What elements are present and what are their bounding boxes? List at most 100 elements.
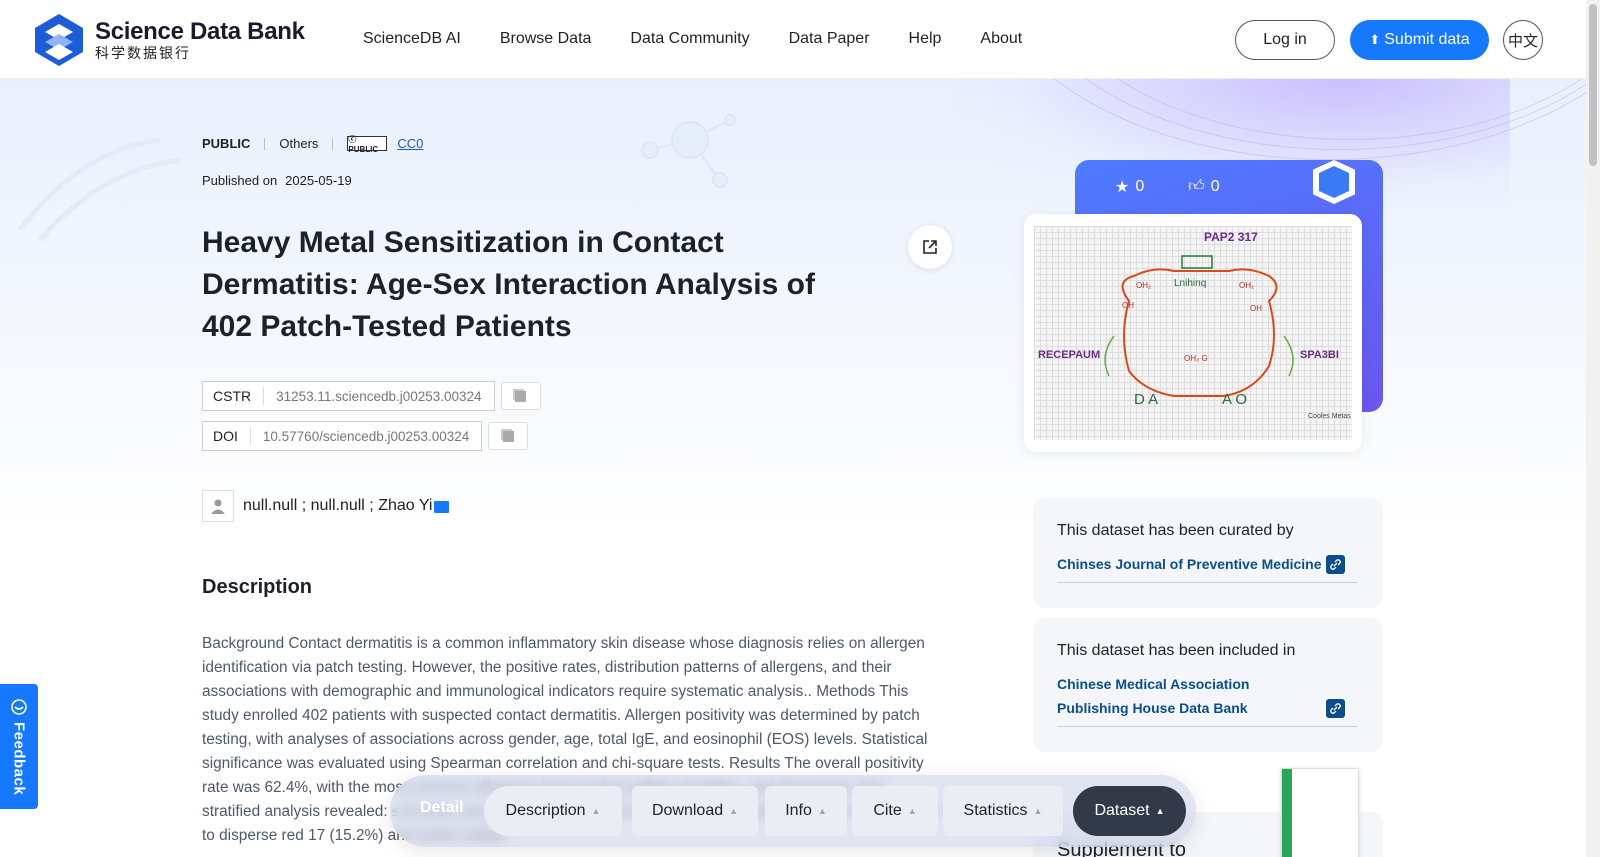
nav-browse-data[interactable]: Browse Data	[500, 30, 592, 48]
copy-icon	[515, 390, 527, 402]
cover-corner-note: Cooles Metas	[1308, 413, 1351, 420]
link-icon[interactable]	[1326, 699, 1345, 718]
cstr-row: CSTR 31253.11.sciencedb.j00253.00324	[202, 381, 541, 411]
submit-data-label: Submit data	[1384, 31, 1470, 48]
included-in-card: This dataset has been included in Chines…	[1033, 618, 1383, 752]
nav-sciencedb-ai[interactable]: ScienceDB AI	[363, 30, 461, 48]
published-date: Published on 2025-05-19	[202, 173, 352, 188]
copy-icon	[502, 430, 514, 442]
dataset-cover-image: PAP2 317 RECEPAUM SPA3BI Lnihinq D A A O…	[1034, 226, 1352, 440]
nav-data-paper[interactable]: Data Paper	[789, 30, 870, 48]
tab-bar-title: Detail	[420, 799, 464, 816]
divider	[332, 137, 334, 150]
page-scrollbar[interactable]	[1586, 0, 1600, 857]
cover-label: RECEPAUM	[1038, 349, 1100, 361]
page-title: Heavy Metal Sensitization in Contact Der…	[202, 226, 815, 343]
divider	[264, 137, 266, 150]
cover-label: OH₃ G	[1184, 354, 1208, 363]
language-toggle[interactable]: 中文	[1503, 20, 1543, 60]
cstr-field: CSTR 31253.11.sciencedb.j00253.00324	[202, 381, 495, 411]
curated-heading: This dataset has been curated by	[1057, 522, 1294, 539]
tab-label: Download	[651, 802, 724, 819]
tab-cite[interactable]: Cite ▲	[852, 786, 938, 836]
like-value: 0	[1210, 177, 1220, 195]
journal-cover-image[interactable]	[1281, 768, 1359, 857]
tab-info[interactable]: Info ▲	[765, 786, 847, 836]
scrollbar-thumb[interactable]	[1589, 4, 1597, 166]
published-label: Published on	[202, 173, 278, 188]
tab-description[interactable]: Description ▲	[484, 786, 622, 836]
feedback-tab[interactable]: Feedback	[0, 684, 38, 809]
star-count[interactable]: ★ 0	[1115, 177, 1144, 197]
chevron-up-icon: ▲	[817, 806, 827, 816]
cover-label: OH₂	[1239, 281, 1254, 290]
description-heading: Description	[202, 576, 313, 598]
tab-label: Cite	[873, 802, 902, 819]
cover-label: OH₂	[1136, 281, 1151, 290]
feedback-label: Feedback	[10, 722, 28, 796]
main-nav: ScienceDB AI Browse Data Data Community …	[363, 30, 1061, 48]
cover-label: D A	[1134, 391, 1158, 408]
curated-journal-link[interactable]: Chinses Journal of Preventive Medicine	[1057, 552, 1357, 583]
curated-journal-name: Chinses Journal of Preventive Medicine	[1057, 556, 1322, 572]
cover-label: SPA3BI	[1300, 349, 1339, 361]
chevron-up-icon: ▲	[729, 806, 739, 816]
cover-label: OH	[1250, 304, 1262, 313]
external-link-icon	[923, 240, 937, 254]
top-header: Science Data Bank 科学数据银行 ScienceDB AI Br…	[0, 0, 1586, 79]
cover-label: OH	[1122, 301, 1134, 310]
cc-license-icon: ⓒ PUBLIC	[347, 135, 388, 154]
thumbs-up-icon: 👍︎	[1188, 178, 1205, 195]
nav-about[interactable]: About	[980, 30, 1022, 48]
site-logo[interactable]: Science Data Bank 科学数据银行	[31, 12, 305, 68]
copy-cstr-button[interactable]	[500, 382, 541, 410]
cover-label: PAP2 317	[1204, 230, 1258, 244]
doi-label: DOI	[203, 427, 251, 445]
feedback-icon	[11, 699, 27, 715]
like-count[interactable]: 👍︎ 0	[1188, 177, 1220, 196]
tab-statistics[interactable]: Statistics ▲	[943, 786, 1063, 836]
dataset-cover-card[interactable]: PAP2 317 RECEPAUM SPA3BI Lnihinq D A A O…	[1024, 214, 1362, 452]
cover-label: A O	[1222, 391, 1247, 408]
chevron-up-icon: ▲	[591, 806, 601, 816]
tab-label: Description	[505, 802, 586, 819]
login-button[interactable]: Log in	[1235, 20, 1335, 60]
chevron-up-icon: ▲	[1033, 806, 1043, 816]
logo-title: Science Data Bank	[95, 18, 305, 45]
nav-help[interactable]: Help	[909, 30, 942, 48]
access-badge: PUBLIC	[202, 136, 251, 151]
cover-label: Lnihinq	[1174, 278, 1206, 289]
included-heading: This dataset has been included in	[1057, 642, 1296, 659]
upload-icon: ⬆	[1369, 32, 1381, 47]
cstr-value[interactable]: 31253.11.sciencedb.j00253.00324	[264, 389, 493, 404]
doi-row: DOI 10.57760/sciencedb.j00253.00324	[202, 421, 529, 451]
chevron-up-icon: ▲	[1155, 806, 1165, 816]
submit-data-button[interactable]: ⬆ Submit data	[1350, 20, 1489, 60]
doi-field: DOI 10.57760/sciencedb.j00253.00324	[202, 421, 483, 451]
chevron-up-icon: ▲	[907, 806, 917, 816]
included-databank-name: Chinese Medical Association Publishing H…	[1057, 676, 1250, 716]
copy-doi-button[interactable]	[488, 422, 529, 450]
star-icon: ★	[1115, 179, 1130, 196]
doi-value[interactable]: 10.57760/sciencedb.j00253.00324	[251, 429, 481, 444]
included-databank-link[interactable]: Chinese Medical Association Publishing H…	[1057, 672, 1357, 727]
nav-data-community[interactable]: Data Community	[630, 30, 749, 48]
tab-download[interactable]: Download ▲	[632, 786, 758, 836]
science-data-bank-logo-icon	[35, 14, 83, 66]
logo-subtitle: 科学数据银行	[95, 45, 191, 61]
tab-label: Statistics	[963, 802, 1028, 819]
authors-row: null.null ; null.null ; Zhao Yi	[202, 490, 450, 522]
dna-decoration	[18, 137, 181, 242]
author-list[interactable]: null.null ; null.null ; Zhao Yi	[243, 497, 432, 515]
tab-dataset[interactable]: Dataset ▲	[1073, 786, 1186, 836]
section-tab-bar: Detail Description ▲ Download ▲ Info ▲ Cite…	[390, 775, 1196, 847]
tab-label: Info	[785, 802, 812, 819]
dataset-meta: PUBLIC Others ⓒ PUBLIC CC0	[202, 135, 423, 154]
cstr-label: CSTR	[203, 387, 265, 405]
link-icon[interactable]	[1326, 555, 1345, 574]
license-link[interactable]: CC0	[397, 136, 423, 151]
share-button[interactable]	[908, 225, 952, 269]
email-icon[interactable]	[434, 501, 450, 513]
tab-label: Dataset	[1094, 802, 1150, 819]
published-value: 2025-05-19	[285, 173, 352, 188]
